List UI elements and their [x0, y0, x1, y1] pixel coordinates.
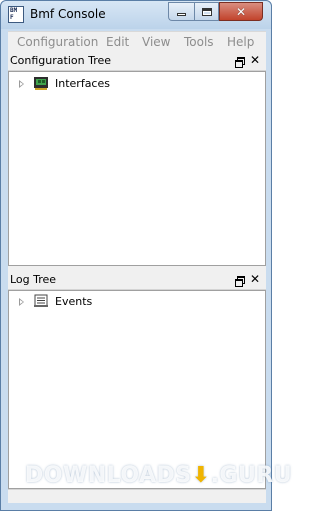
- close-button[interactable]: ✕: [219, 2, 263, 21]
- menu-tools[interactable]: Tools: [184, 35, 214, 49]
- config-pane-title: Configuration Tree: [10, 54, 112, 67]
- pane-close-icon[interactable]: ✕: [250, 53, 260, 67]
- menu-help[interactable]: Help: [227, 35, 254, 49]
- tree-node-interfaces[interactable]: Interfaces: [9, 76, 265, 92]
- window-title: Bmf Console: [30, 7, 106, 21]
- client-area: Configuration Tree ✕ Interfaces Log Tree: [8, 51, 266, 503]
- expand-arrow-icon[interactable]: [19, 298, 24, 306]
- close-icon: ✕: [235, 4, 247, 19]
- minimize-button[interactable]: [168, 2, 194, 21]
- maximize-button[interactable]: [194, 2, 219, 21]
- menu-edit[interactable]: Edit: [106, 35, 129, 49]
- tree-node-label: Events: [55, 295, 93, 308]
- network-card-icon: [34, 77, 48, 90]
- status-bar: [8, 489, 266, 503]
- menu-configuration[interactable]: Configuration: [17, 35, 98, 49]
- config-tree[interactable]: Interfaces: [8, 71, 266, 266]
- maximize-icon: [201, 7, 212, 16]
- float-icon[interactable]: [235, 276, 245, 287]
- expand-arrow-icon[interactable]: [19, 80, 24, 88]
- config-pane-header[interactable]: Configuration Tree ✕: [8, 51, 266, 71]
- log-pane-title: Log Tree: [10, 273, 57, 286]
- log-pane-header[interactable]: Log Tree ✕: [8, 270, 266, 290]
- bmf-app-icon[interactable]: BM F: [8, 6, 24, 23]
- tree-node-events[interactable]: Events: [9, 294, 265, 310]
- float-icon[interactable]: [235, 57, 245, 68]
- title-bar[interactable]: BM F Bmf Console ✕: [1, 1, 271, 29]
- minimize-icon: [177, 13, 186, 16]
- pane-close-icon[interactable]: ✕: [250, 272, 260, 286]
- menu-view[interactable]: View: [142, 35, 170, 49]
- menu-bar: Configuration Edit View Tools Help: [8, 31, 266, 51]
- events-log-icon: [34, 294, 48, 307]
- app-window: BM F Bmf Console ✕ Configuration Edit Vie…: [0, 0, 292, 511]
- log-tree[interactable]: Events: [8, 290, 266, 489]
- tree-node-label: Interfaces: [55, 77, 110, 90]
